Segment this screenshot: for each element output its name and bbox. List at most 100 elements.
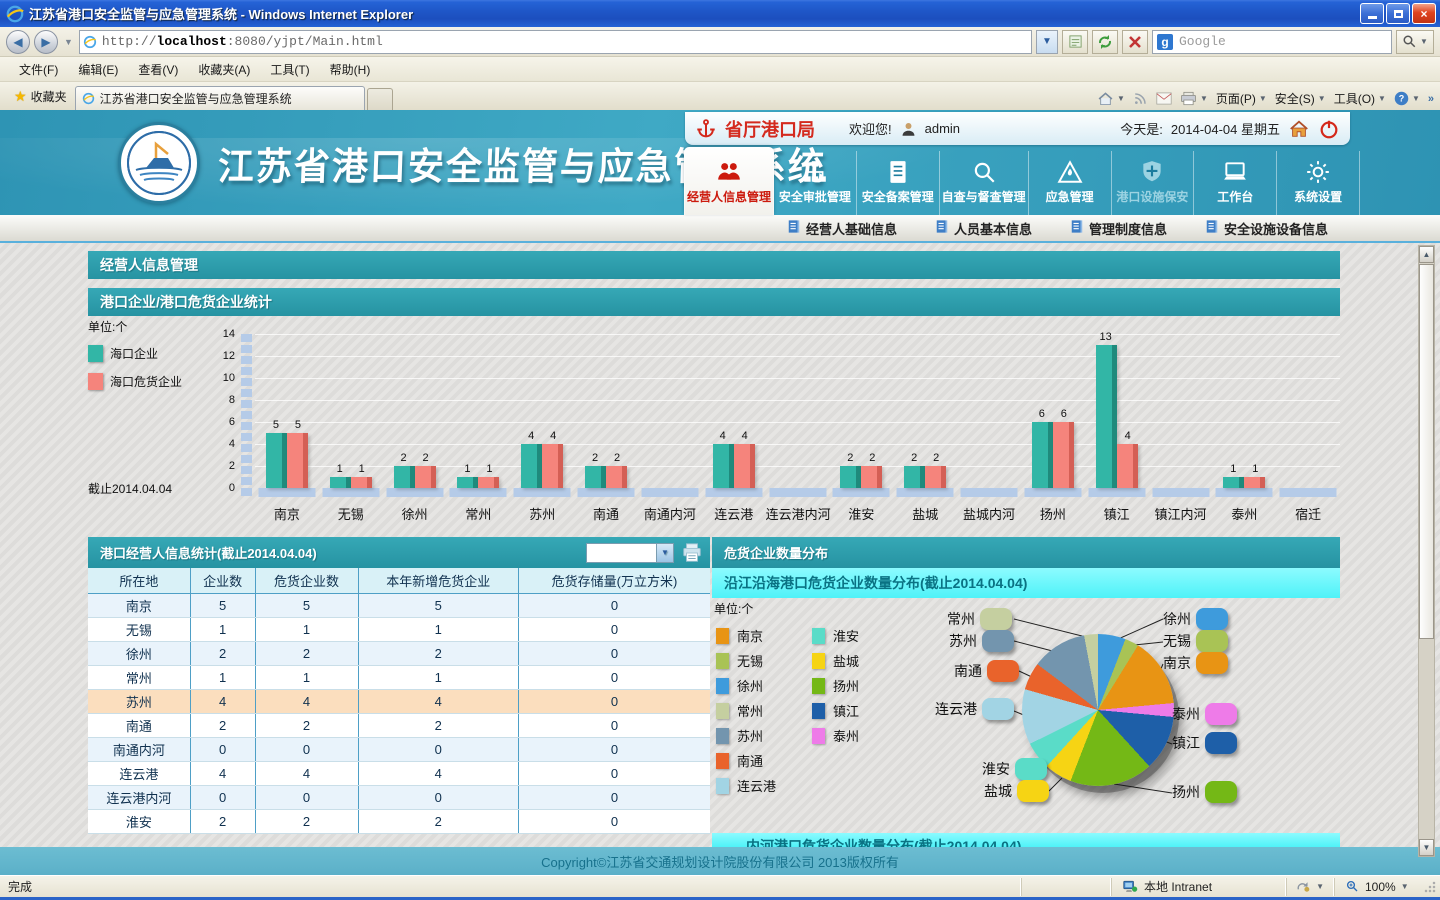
menu-item-2[interactable]: 查看(V) (129, 58, 187, 81)
subnav-item-3[interactable]: 安全设施设备信息 (1205, 219, 1328, 238)
table-row[interactable]: 南通2220 (88, 713, 710, 737)
command-item-2[interactable]: 工具(O)▼ (1334, 90, 1386, 107)
pie-callout-chip (1196, 652, 1228, 674)
subnav-item-1[interactable]: 人员基本信息 (935, 219, 1032, 238)
nav-tab-6[interactable]: 工作台 (1194, 151, 1277, 215)
nav-tab-4[interactable]: 应急管理 (1029, 151, 1112, 215)
address-dropdown-button[interactable]: ▼ (1036, 30, 1058, 54)
table-row[interactable]: 淮安2220 (88, 809, 710, 833)
pie-legend-item: 常州 (716, 701, 763, 720)
refresh-button[interactable] (1092, 30, 1118, 54)
favorites-button[interactable]: ★ 收藏夹 (6, 84, 75, 110)
pie-legend-swatch (716, 703, 729, 719)
table-cell: 2 (255, 809, 358, 833)
new-tab-stub[interactable] (367, 88, 393, 110)
bar-category-label: 连云港 (702, 504, 766, 523)
pie-legend-item: 淮安 (812, 626, 859, 645)
pie-legend-item: 南京 (716, 626, 763, 645)
table-row[interactable]: 苏州4440 (88, 689, 710, 713)
city-select[interactable]: ▼ (586, 543, 674, 563)
close-button[interactable]: × (1412, 3, 1436, 24)
bar (1117, 444, 1138, 488)
table-header-cell: 企业数 (190, 568, 255, 593)
table-header-cell: 危货存储量(万立方米) (518, 568, 710, 593)
nav-tab-0[interactable]: 经营人信息管理 (684, 147, 774, 215)
zoom-control[interactable]: 100% ▼ (1334, 878, 1420, 896)
main-nav: 经营人信息管理安全审批管理安全备案管理自查与督查管理应急管理港口设施保安工作台系… (684, 151, 1360, 215)
home-button[interactable]: ▼ (1097, 91, 1125, 107)
select-dropdown-icon[interactable]: ▼ (656, 544, 673, 562)
table-row[interactable]: 常州1110 (88, 665, 710, 689)
scroll-up-icon[interactable]: ▲ (1419, 246, 1434, 263)
pie-callout: 镇江 (1172, 732, 1237, 754)
subnav-item-2[interactable]: 管理制度信息 (1070, 219, 1167, 238)
compatibility-button[interactable] (1062, 30, 1088, 54)
rss-button[interactable] (1133, 91, 1148, 106)
logout-power-icon[interactable] (1318, 118, 1340, 140)
browser-tab[interactable]: 江苏省港口安全监管与应急管理系统 (75, 86, 365, 110)
nav-tab-5[interactable]: 港口设施保安 (1112, 151, 1195, 215)
menu-item-4[interactable]: 工具(T) (261, 58, 318, 81)
history-dropdown-icon[interactable]: ▼ (64, 37, 73, 47)
nav-tab-7[interactable]: 系统设置 (1277, 151, 1360, 215)
bar-platform (961, 488, 1018, 497)
section-title-bar: 经营人信息管理 (88, 251, 1340, 279)
menu-item-0[interactable]: 文件(F) (10, 58, 67, 81)
page-scrollbar[interactable]: ▲ ▼ (1418, 245, 1435, 857)
table-row[interactable]: 连云港内河0000 (88, 785, 710, 809)
subnav-item-0[interactable]: 经营人基础信息 (787, 219, 897, 238)
table-row[interactable]: 徐州2220 (88, 641, 710, 665)
mail-button[interactable] (1156, 92, 1172, 105)
minimize-button[interactable] (1360, 3, 1384, 24)
pie-legend-item: 南通 (716, 751, 763, 770)
table-row[interactable]: 无锡1110 (88, 617, 710, 641)
nav-tab-2[interactable]: 安全备案管理 (857, 151, 940, 215)
pie-subtitle-bar: 沿江沿海港口危货企业数量分布(截止2014.04.04) (712, 568, 1340, 598)
bar-value-label: 4 (542, 430, 564, 442)
pie-callout-label: 苏州 (949, 631, 977, 651)
nav-tab-3[interactable]: 自查与督查管理 (940, 151, 1029, 215)
scroll-down-icon[interactable]: ▼ (1419, 839, 1434, 856)
bar-value-label: 6 (1053, 408, 1075, 420)
bar-group: 11无锡 (319, 316, 383, 530)
search-input[interactable]: g Google (1152, 30, 1392, 54)
system-banner: 江苏省港口安全监管与应急管理系统 省厅港口局 欢迎您! admin 今天是: 2… (0, 110, 1440, 215)
table-title-bar: 港口经营人信息统计(截止2014.04.04) ▼ (88, 537, 710, 568)
bar-group: 连云港内河 (766, 316, 830, 530)
table-row[interactable]: 南通内河0000 (88, 737, 710, 761)
table-cell: 0 (518, 617, 710, 641)
resize-grip[interactable] (1424, 881, 1436, 893)
stop-button[interactable] (1122, 30, 1148, 54)
page-viewport: 江苏省港口安全监管与应急管理系统 省厅港口局 欢迎您! admin 今天是: 2… (0, 110, 1440, 875)
table-cell: 2 (358, 809, 518, 833)
table-print-icon[interactable] (680, 542, 704, 564)
menu-item-1[interactable]: 编辑(E) (69, 58, 127, 81)
table-cell: 0 (190, 737, 255, 761)
subnav-item-label: 经营人基础信息 (806, 219, 897, 238)
home-shortcut-icon[interactable] (1288, 118, 1310, 140)
restore-button[interactable] (1386, 3, 1410, 24)
bar-group: 44苏州 (510, 316, 574, 530)
command-bar: ▼ ▼ 页面(P)▼ 安全(S)▼ 工具(O)▼ ?▼ » (1097, 90, 1434, 110)
protected-mode-button[interactable]: ▼ (1286, 878, 1334, 896)
scrollbar-thumb[interactable] (1419, 264, 1434, 639)
address-input[interactable]: http://localhost:8080/yjpt/Main.html (79, 30, 1032, 54)
forward-button[interactable]: ▶ (34, 30, 58, 54)
legend-label: 海口企业 (110, 345, 158, 362)
help-button[interactable]: ?▼ (1394, 91, 1420, 106)
subnav-item-label: 管理制度信息 (1089, 219, 1167, 238)
search-button[interactable]: ▼ (1396, 30, 1434, 54)
command-item-0[interactable]: 页面(P)▼ (1216, 90, 1267, 107)
nav-tab-1[interactable]: 安全审批管理 (774, 151, 857, 215)
back-button[interactable]: ◀ (6, 30, 30, 54)
menu-item-5[interactable]: 帮助(H) (321, 58, 380, 81)
command-item-1[interactable]: 安全(S)▼ (1275, 90, 1326, 107)
overflow-chevron-icon[interactable]: » (1428, 93, 1434, 105)
table-row[interactable]: 连云港4440 (88, 761, 710, 785)
print-button[interactable]: ▼ (1180, 91, 1208, 106)
table-cell: 南京 (88, 593, 190, 617)
table-row[interactable]: 南京5550 (88, 593, 710, 617)
menu-item-3[interactable]: 收藏夹(A) (189, 58, 259, 81)
bar-platform (1152, 488, 1209, 497)
bar (840, 466, 861, 488)
